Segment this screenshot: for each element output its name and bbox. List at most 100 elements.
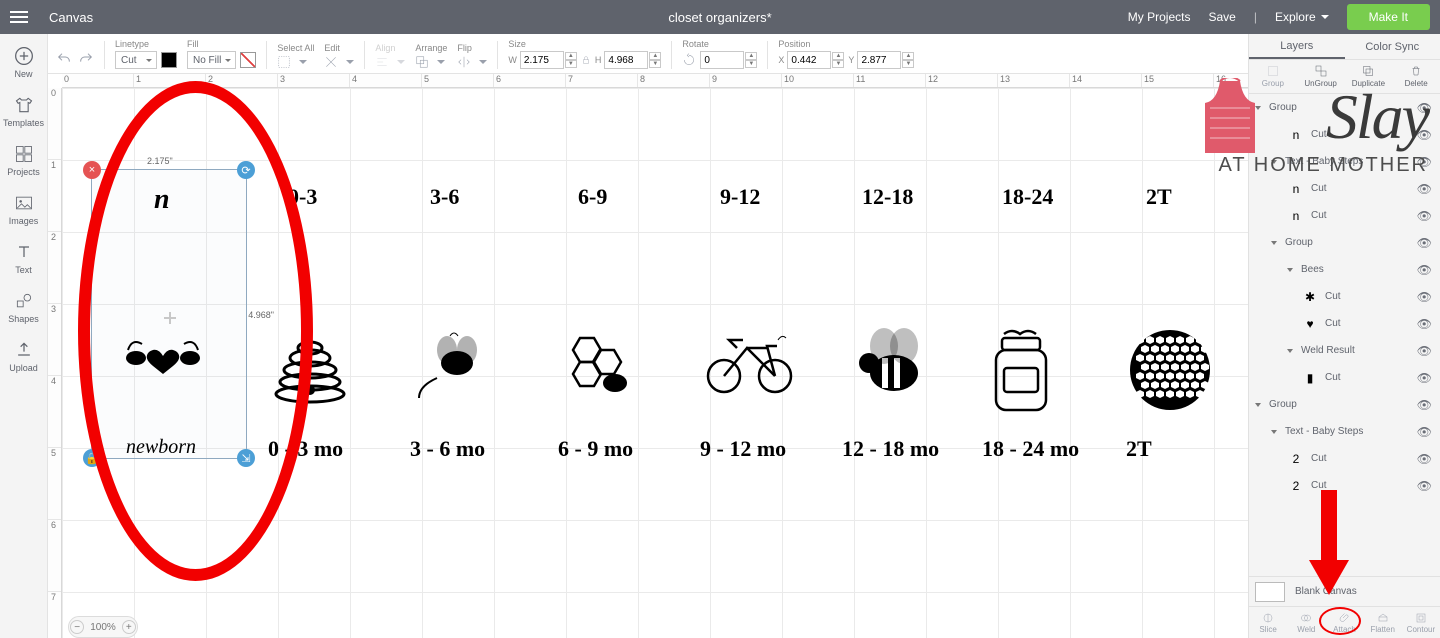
art-bottom-label[interactable]: 6 - 9 mo bbox=[558, 436, 633, 462]
visibility-icon[interactable]: 👁 bbox=[1417, 479, 1432, 493]
art-top-label[interactable]: 18-24 bbox=[1002, 184, 1053, 210]
upload-button[interactable]: Upload bbox=[0, 334, 48, 379]
edit-button[interactable] bbox=[324, 55, 354, 69]
my-projects-link[interactable]: My Projects bbox=[1128, 10, 1191, 24]
explore-dropdown[interactable]: Explore bbox=[1275, 10, 1329, 24]
expand-icon[interactable] bbox=[1255, 403, 1261, 407]
layer-item[interactable]: nCut👁 bbox=[1249, 202, 1440, 229]
scale-handle[interactable]: ⇲ bbox=[237, 449, 255, 467]
expand-icon[interactable] bbox=[1271, 430, 1277, 434]
flip-button[interactable] bbox=[457, 55, 487, 69]
art-top-label[interactable]: 3-6 bbox=[430, 184, 459, 210]
layers-list[interactable]: Group👁nCut👁Text - Baby Steps👁nCut👁nCut👁G… bbox=[1249, 94, 1440, 576]
layer-group[interactable]: Text - Baby Steps👁 bbox=[1249, 148, 1440, 175]
visibility-icon[interactable]: 👁 bbox=[1417, 209, 1432, 223]
linetype-color-swatch[interactable] bbox=[161, 52, 177, 68]
new-button[interactable]: New bbox=[0, 40, 48, 85]
rotate-input[interactable] bbox=[700, 51, 744, 69]
visibility-icon[interactable]: 👁 bbox=[1417, 155, 1432, 169]
zoom-out-button[interactable]: − bbox=[70, 620, 84, 634]
art-bottom-label[interactable]: newborn bbox=[126, 436, 196, 459]
save-button[interactable]: Save bbox=[1208, 10, 1235, 24]
art-graphic[interactable] bbox=[270, 328, 350, 408]
select-all-button[interactable] bbox=[277, 55, 314, 69]
layer-item[interactable]: ▮Cut👁 bbox=[1249, 364, 1440, 391]
fill-color-swatch[interactable] bbox=[240, 52, 256, 68]
layer-item[interactable]: ♥Cut👁 bbox=[1249, 310, 1440, 337]
art-graphic[interactable] bbox=[702, 328, 797, 398]
layer-item[interactable]: 2Cut👁 bbox=[1249, 445, 1440, 472]
art-graphic[interactable] bbox=[984, 328, 1059, 418]
delete-button[interactable]: Delete bbox=[1392, 60, 1440, 93]
menu-button[interactable] bbox=[10, 11, 35, 23]
layer-item[interactable]: 2Cut👁 bbox=[1249, 472, 1440, 499]
zoom-in-button[interactable]: + bbox=[122, 620, 136, 634]
pos-y-input[interactable] bbox=[857, 51, 901, 69]
expand-icon[interactable] bbox=[1271, 241, 1277, 245]
design-canvas[interactable]: 0123456789101112131415161718 01234567891… bbox=[48, 74, 1248, 638]
layer-group[interactable]: Group👁 bbox=[1249, 391, 1440, 418]
visibility-icon[interactable]: 👁 bbox=[1417, 344, 1432, 358]
expand-icon[interactable] bbox=[1271, 160, 1277, 164]
visibility-icon[interactable]: 👁 bbox=[1417, 371, 1432, 385]
delete-handle[interactable]: × bbox=[83, 161, 101, 179]
tab-colorsync[interactable]: Color Sync bbox=[1345, 34, 1440, 59]
art-bottom-label[interactable]: 12 - 18 mo bbox=[842, 436, 939, 462]
layer-item[interactable]: nCut👁 bbox=[1249, 175, 1440, 202]
visibility-icon[interactable]: 👁 bbox=[1417, 317, 1432, 331]
linetype-select[interactable]: Cut bbox=[115, 51, 157, 69]
layer-group[interactable]: Group👁 bbox=[1249, 94, 1440, 121]
size-h-input[interactable] bbox=[604, 51, 648, 69]
layer-group[interactable]: Bees👁 bbox=[1249, 256, 1440, 283]
art-top-label[interactable]: 9-12 bbox=[720, 184, 760, 210]
visibility-icon[interactable]: 👁 bbox=[1417, 128, 1432, 142]
art-top-label[interactable]: 12-18 bbox=[862, 184, 913, 210]
visibility-icon[interactable]: 👁 bbox=[1417, 425, 1432, 439]
arrange-button[interactable] bbox=[415, 55, 447, 69]
layer-group[interactable]: Text - Baby Steps👁 bbox=[1249, 418, 1440, 445]
art-bottom-label[interactable]: 18 - 24 mo bbox=[982, 436, 1079, 462]
art-bottom-label[interactable]: 9 - 12 mo bbox=[700, 436, 786, 462]
expand-icon[interactable] bbox=[1255, 106, 1261, 110]
art-graphic[interactable] bbox=[1128, 328, 1213, 413]
tab-layers[interactable]: Layers bbox=[1249, 34, 1345, 59]
art-graphic[interactable] bbox=[412, 328, 492, 403]
art-top-label[interactable]: 0-3 bbox=[288, 184, 317, 210]
visibility-icon[interactable]: 👁 bbox=[1417, 101, 1432, 115]
art-bottom-label[interactable]: 2T bbox=[1126, 436, 1152, 462]
projects-button[interactable]: Projects bbox=[0, 138, 48, 183]
redo-icon[interactable] bbox=[78, 51, 94, 67]
blank-canvas-row[interactable]: Blank Canvas bbox=[1249, 576, 1440, 606]
size-w-input[interactable] bbox=[520, 51, 564, 69]
shapes-button[interactable]: Shapes bbox=[0, 285, 48, 330]
text-button[interactable]: Text bbox=[0, 236, 48, 281]
art-top-label[interactable]: 6-9 bbox=[578, 184, 607, 210]
layer-group[interactable]: Weld Result👁 bbox=[1249, 337, 1440, 364]
rotate-handle[interactable]: ⟳ bbox=[237, 161, 255, 179]
art-top-label[interactable]: 2T bbox=[1146, 184, 1172, 210]
layer-item[interactable]: ✱Cut👁 bbox=[1249, 283, 1440, 310]
zoom-control[interactable]: − 100% + bbox=[68, 616, 138, 638]
templates-button[interactable]: Templates bbox=[0, 89, 48, 134]
visibility-icon[interactable]: 👁 bbox=[1417, 452, 1432, 466]
visibility-icon[interactable]: 👁 bbox=[1417, 398, 1432, 412]
art-top-label[interactable]: n bbox=[154, 184, 170, 216]
visibility-icon[interactable]: 👁 bbox=[1417, 290, 1432, 304]
pos-x-input[interactable] bbox=[787, 51, 831, 69]
fill-select[interactable]: No Fill bbox=[187, 51, 236, 69]
visibility-icon[interactable]: 👁 bbox=[1417, 236, 1432, 250]
make-it-button[interactable]: Make It bbox=[1347, 4, 1430, 30]
art-bottom-label[interactable]: 0 - 3 mo bbox=[268, 436, 343, 462]
attach-button[interactable]: Attach bbox=[1325, 607, 1363, 638]
images-button[interactable]: Images bbox=[0, 187, 48, 232]
expand-icon[interactable] bbox=[1287, 268, 1293, 272]
visibility-icon[interactable]: 👁 bbox=[1417, 263, 1432, 277]
art-bottom-label[interactable]: 3 - 6 mo bbox=[410, 436, 485, 462]
canvas-color-swatch[interactable] bbox=[1255, 582, 1285, 602]
lock-handle[interactable]: 🔒 bbox=[83, 449, 101, 467]
art-graphic[interactable] bbox=[844, 328, 934, 403]
layer-group[interactable]: Group👁 bbox=[1249, 229, 1440, 256]
art-graphic[interactable] bbox=[560, 328, 645, 408]
ungroup-button[interactable]: UnGroup bbox=[1297, 60, 1345, 93]
visibility-icon[interactable]: 👁 bbox=[1417, 182, 1432, 196]
